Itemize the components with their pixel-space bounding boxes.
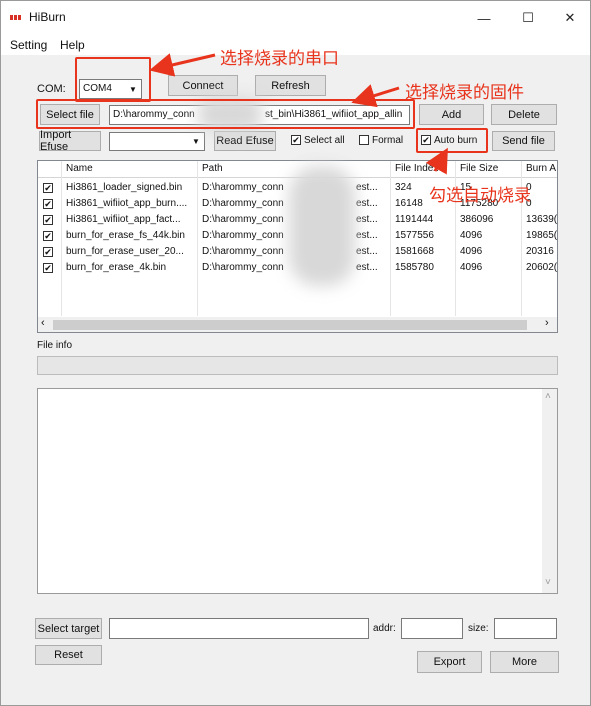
select-target-button[interactable]: Select target [35, 618, 102, 639]
check-icon: ✔ [291, 135, 301, 146]
table-cell-path-tail: est... [356, 230, 378, 241]
size-input[interactable] [494, 618, 557, 639]
minimize-icon: — [477, 10, 491, 26]
import-efuse-button[interactable]: Import Efuse [39, 129, 101, 153]
column-header-name[interactable]: Name [66, 163, 93, 174]
table-cell-name: Hi3861_loader_signed.bin [66, 182, 183, 193]
column-header-burn-addr[interactable]: Burn A [526, 163, 556, 174]
table-cell-index: 1585780 [395, 262, 434, 273]
read-efuse-button[interactable]: Read Efuse [214, 131, 276, 151]
table-cell-name: burn_for_erase_user_20... [66, 246, 184, 257]
size-label: size: [468, 623, 489, 634]
table-cell-size: 4096 [460, 230, 483, 241]
close-button[interactable]: ✕ [550, 7, 590, 29]
efuse-select[interactable]: ▼ [109, 132, 205, 151]
hiburn-window: HiBurn — ☐ ✕ Setting Help COM: COM4 ▼ Co… [0, 0, 591, 706]
table-cell-size: 386096 [460, 214, 494, 225]
table-cell-index: 1581668 [395, 246, 434, 257]
table-cell-index: 1577556 [395, 230, 434, 241]
com-label: COM: [37, 83, 66, 95]
export-button[interactable]: Export [417, 651, 482, 673]
minimize-button[interactable]: — [464, 7, 504, 29]
row-check-icon[interactable]: ✔ [43, 263, 53, 273]
horizontal-scrollbar[interactable]: ‹ › [38, 317, 557, 332]
log-output-area[interactable]: ˄ ˅ [37, 388, 558, 594]
target-path-input[interactable] [109, 618, 369, 639]
table-cell-burn: 20602( [526, 262, 558, 273]
scroll-right-icon[interactable]: › [545, 317, 549, 329]
delete-button[interactable]: Delete [491, 104, 557, 125]
scroll-left-icon[interactable]: ‹ [41, 317, 45, 329]
annotation-auto-burn: 勾选自动烧录 [429, 186, 531, 206]
column-header-file-index[interactable]: File Index [395, 163, 438, 174]
table-cell-size: 4096 [460, 246, 483, 257]
table-cell-burn: 20316 [526, 246, 554, 257]
vertical-scrollbar[interactable]: ˄ ˅ [542, 389, 557, 593]
chevron-down-icon: ▼ [192, 137, 200, 146]
privacy-blur [289, 166, 355, 286]
scrollbar-thumb[interactable] [53, 320, 527, 330]
table-cell-path-tail: est... [356, 182, 378, 193]
window-title: HiBurn [29, 10, 66, 24]
table-cell-burn: 19865( [526, 230, 558, 241]
reset-button[interactable]: Reset [35, 645, 102, 665]
close-icon: ✕ [564, 10, 576, 25]
annotation-box-com [75, 57, 151, 102]
scroll-down-icon[interactable]: ˅ [545, 577, 551, 588]
refresh-button[interactable]: Refresh [255, 75, 326, 96]
menu-setting[interactable]: Setting [10, 38, 47, 52]
send-file-button[interactable]: Send file [492, 131, 555, 151]
column-header-path[interactable]: Path [202, 163, 223, 174]
table-cell-name: Hi3861_wifiiot_app_fact... [66, 214, 181, 225]
annotation-box-autoburn [416, 128, 488, 153]
addr-input[interactable] [401, 618, 463, 639]
addr-label: addr: [373, 623, 396, 634]
table-cell-path-tail: est... [356, 262, 378, 273]
table-cell-burn: 13639( [526, 214, 558, 225]
maximize-icon: ☐ [522, 10, 534, 25]
row-check-icon[interactable]: ✔ [43, 247, 53, 257]
scroll-up-icon[interactable]: ˄ [545, 391, 551, 402]
table-cell-path-tail: est... [356, 246, 378, 257]
row-check-icon[interactable]: ✔ [43, 183, 53, 193]
app-logo-icon [10, 15, 21, 20]
row-check-icon[interactable]: ✔ [43, 231, 53, 241]
add-button[interactable]: Add [419, 104, 484, 125]
maximize-button[interactable]: ☐ [508, 7, 548, 29]
arrow-to-com [149, 53, 216, 77]
row-check-icon[interactable]: ✔ [43, 215, 53, 225]
menu-help[interactable]: Help [60, 38, 85, 52]
annotation-box-file [36, 99, 415, 129]
formal-label: Formal [372, 135, 404, 146]
row-check-icon[interactable]: ✔ [43, 199, 53, 209]
table-cell-name: burn_for_erase_4k.bin [66, 262, 167, 273]
file-info-label: File info [37, 340, 73, 351]
table-cell-index: 1191444 [395, 214, 434, 225]
table-cell-path-tail: est... [356, 198, 378, 209]
column-header-file-size[interactable]: File Size [460, 163, 498, 174]
table-cell-name: burn_for_erase_fs_44k.bin [66, 230, 185, 241]
title-bar[interactable]: HiBurn — ☐ ✕ [1, 1, 590, 35]
formal-checkbox[interactable]: Formal [359, 135, 403, 146]
annotation-firmware: 选择烧录的固件 [405, 83, 524, 103]
connect-button[interactable]: Connect [168, 75, 238, 96]
table-cell-path-tail: est... [356, 214, 378, 225]
select-all-label: Select all [304, 135, 345, 146]
select-all-checkbox[interactable]: ✔ Select all [291, 135, 345, 146]
table-cell-name: Hi3861_wifiiot_app_burn.... [66, 198, 188, 209]
annotation-serial-port: 选择烧录的串口 [220, 49, 339, 69]
file-info-field [37, 356, 558, 375]
more-button[interactable]: More [490, 651, 559, 673]
table-cell-size: 4096 [460, 262, 483, 273]
empty-checkbox-icon [359, 135, 369, 146]
